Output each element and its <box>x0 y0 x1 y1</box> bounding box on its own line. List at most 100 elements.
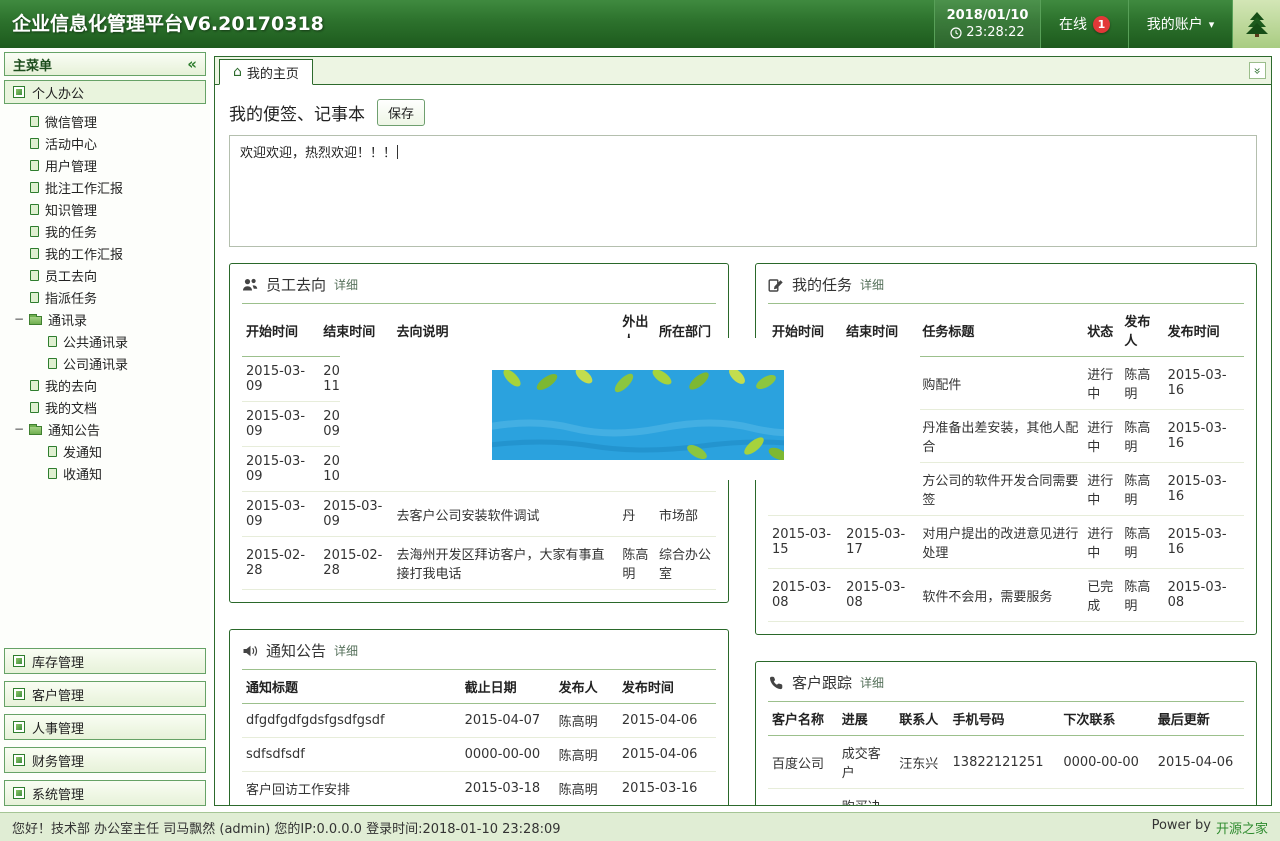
table-cell: 2015-03-16 <box>1164 410 1244 463</box>
table-cell: 购配件 <box>918 357 1083 410</box>
theme-tree-button[interactable] <box>1232 0 1280 48</box>
sidebar-item[interactable]: 收通知 <box>4 462 206 484</box>
table-cell: 2015-03-09 <box>242 357 319 402</box>
sidebar-item[interactable]: 微信管理 <box>4 110 206 132</box>
column-header: 客户名称 <box>768 702 838 736</box>
file-icon <box>30 182 39 193</box>
sidebar-item[interactable]: 知识管理 <box>4 198 206 220</box>
topbar: 企业信息化管理平台V6.20170318 2018/01/10 23:28:22… <box>0 0 1280 48</box>
sidebar-item-label: 通讯录 <box>48 310 87 329</box>
sidebar-item[interactable]: 公共通讯录 <box>4 330 206 352</box>
file-icon <box>30 270 39 281</box>
sidebar-item[interactable]: 我的任务 <box>4 220 206 242</box>
sidebar-module-系统管理[interactable]: 系统管理 <box>4 780 206 806</box>
table-cell: 2015-03-16 <box>1164 463 1244 516</box>
sidebar-module-人事管理[interactable]: 人事管理 <box>4 714 206 740</box>
sidebar: 主菜单 « 个人办公 微信管理活动中心用户管理批注工作汇报知识管理我的任务我的工… <box>0 48 210 812</box>
kaiyuan-link[interactable]: 开源之家 <box>1216 818 1268 837</box>
tab-overflow-button[interactable]: » <box>1249 62 1266 79</box>
module-icon <box>13 688 25 700</box>
table-row: 百度公司成交客户汪东兴138221212510000-00-002015-04-… <box>768 736 1244 789</box>
notepad-header: 我的便签、记事本 保存 <box>229 99 1257 126</box>
table-cell: 汪东兴 <box>895 736 948 789</box>
sidebar-section-personal-office[interactable]: 个人办公 <box>4 80 206 104</box>
app-title: 企业信息化管理平台V6.20170318 <box>0 0 324 48</box>
module-icon <box>13 754 25 766</box>
collapse-toggle-icon[interactable]: − <box>14 422 23 436</box>
table-cell: dfgdfgdfgdsfgsdfgsdf <box>242 704 461 738</box>
phone-icon <box>768 675 784 691</box>
table-cell: 2015-04-06 <box>618 704 716 738</box>
save-button[interactable]: 保存 <box>377 99 425 126</box>
collapse-sidebar-icon[interactable]: « <box>187 55 197 73</box>
sidebar-module-库存管理[interactable]: 库存管理 <box>4 648 206 674</box>
file-icon <box>48 468 57 479</box>
sidebar-folder[interactable]: − 通讯录 <box>4 308 206 330</box>
sidebar-item[interactable]: 我的文档 <box>4 396 206 418</box>
table-cell: 2015-03-16 <box>1164 516 1244 569</box>
account-menu[interactable]: 我的账户 ▾ <box>1128 0 1232 48</box>
status-bar: 您好！技术部 办公室主任 司马飘然 (admin) 您的IP:0.0.0.0 登… <box>0 812 1280 841</box>
sidebar-item[interactable]: 公司通讯录 <box>4 352 206 374</box>
collapse-toggle-icon[interactable]: − <box>14 312 23 326</box>
detail-link-tasks[interactable]: 详细 <box>860 276 884 293</box>
panel-title: 员工去向 <box>266 274 326 295</box>
table-cell: 2015-03-09 <box>242 402 319 447</box>
sidebar-item[interactable]: 我的工作汇报 <box>4 242 206 264</box>
table-cell: 2015-03-15 <box>768 516 842 569</box>
sidebar-item-label: 微信管理 <box>45 112 97 131</box>
topbar-right: 2018/01/10 23:28:22 在线 1 我的账户 ▾ <box>934 0 1280 48</box>
table-cell: 陈高明 <box>1120 410 1163 463</box>
table-cell: 进行中 <box>1083 357 1120 410</box>
section-label: 个人办公 <box>32 83 84 102</box>
table-header-row: 客户名称进展联系人手机号码下次联系最后更新 <box>768 702 1244 736</box>
file-icon <box>48 336 57 347</box>
online-indicator[interactable]: 在线 1 <box>1040 0 1128 48</box>
notices-table: 通知标题截止日期发布人发布时间dfgdfgdfgdsfgsdfgsdf2015-… <box>242 669 716 805</box>
table-cell: 0000-00-00 <box>1059 736 1153 789</box>
sidebar-folder[interactable]: −通知公告 <box>4 418 206 440</box>
sidebar-item[interactable]: 指派任务 <box>4 286 206 308</box>
detail-link-whereabouts[interactable]: 详细 <box>334 276 358 293</box>
table-cell: 丹 <box>618 492 655 537</box>
file-icon <box>30 226 39 237</box>
sidebar-item[interactable]: 发通知 <box>4 440 206 462</box>
column-header: 通知标题 <box>242 670 461 704</box>
table-row: 腾讯公司购买决定王旭东1355555110000-00-002015-04-06 <box>768 789 1244 806</box>
module-icon <box>13 721 25 733</box>
sidebar-item[interactable]: 我的去向 <box>4 374 206 396</box>
sidebar-module-客户管理[interactable]: 客户管理 <box>4 681 206 707</box>
section-icon <box>13 86 25 98</box>
column-header: 截止日期 <box>461 670 555 704</box>
table-cell: 进行中 <box>1083 516 1120 569</box>
online-label: 在线 <box>1059 14 1087 34</box>
menu-title: 主菜单 <box>13 55 52 74</box>
module-label: 系统管理 <box>32 784 84 803</box>
sidebar-item-label: 公共通讯录 <box>63 332 128 351</box>
table-cell: 2015-02-28 <box>319 537 392 590</box>
sidebar-item[interactable]: 用户管理 <box>4 154 206 176</box>
sidebar-tree: 微信管理活动中心用户管理批注工作汇报知识管理我的任务我的工作汇报员工去向指派任务… <box>4 104 206 484</box>
date-label: 2018/01/10 <box>947 7 1029 24</box>
table-cell: 2015-03-09 <box>319 492 392 537</box>
notepad-textarea[interactable]: 欢迎欢迎，热烈欢迎！！！ <box>229 135 1257 247</box>
online-count-badge: 1 <box>1093 16 1110 33</box>
text-caret <box>397 145 398 159</box>
module-label: 客户管理 <box>32 685 84 704</box>
detail-link-notices[interactable]: 详细 <box>334 642 358 659</box>
sidebar-item[interactable]: 活动中心 <box>4 132 206 154</box>
panel-header: 我的任务 详细 <box>756 264 1256 303</box>
time-label: 23:28:22 <box>966 24 1024 41</box>
table-cell: 13822121251 <box>949 736 1060 789</box>
detail-link-customers[interactable]: 详细 <box>860 674 884 691</box>
table-row: sdfsdfsdf0000-00-00陈高明2015-04-06 <box>242 738 716 772</box>
folder-icon <box>29 426 42 435</box>
sidebar-module-财务管理[interactable]: 财务管理 <box>4 747 206 773</box>
column-header: 发布时间 <box>618 670 716 704</box>
module-icon <box>13 787 25 799</box>
sidebar-item[interactable]: 员工去向 <box>4 264 206 286</box>
tab-home[interactable]: ⌂ 我的主页 <box>219 59 313 85</box>
table-cell: 进行中 <box>1083 410 1120 463</box>
notepad-text: 欢迎欢迎，热烈欢迎！！！ <box>240 146 396 161</box>
sidebar-item[interactable]: 批注工作汇报 <box>4 176 206 198</box>
